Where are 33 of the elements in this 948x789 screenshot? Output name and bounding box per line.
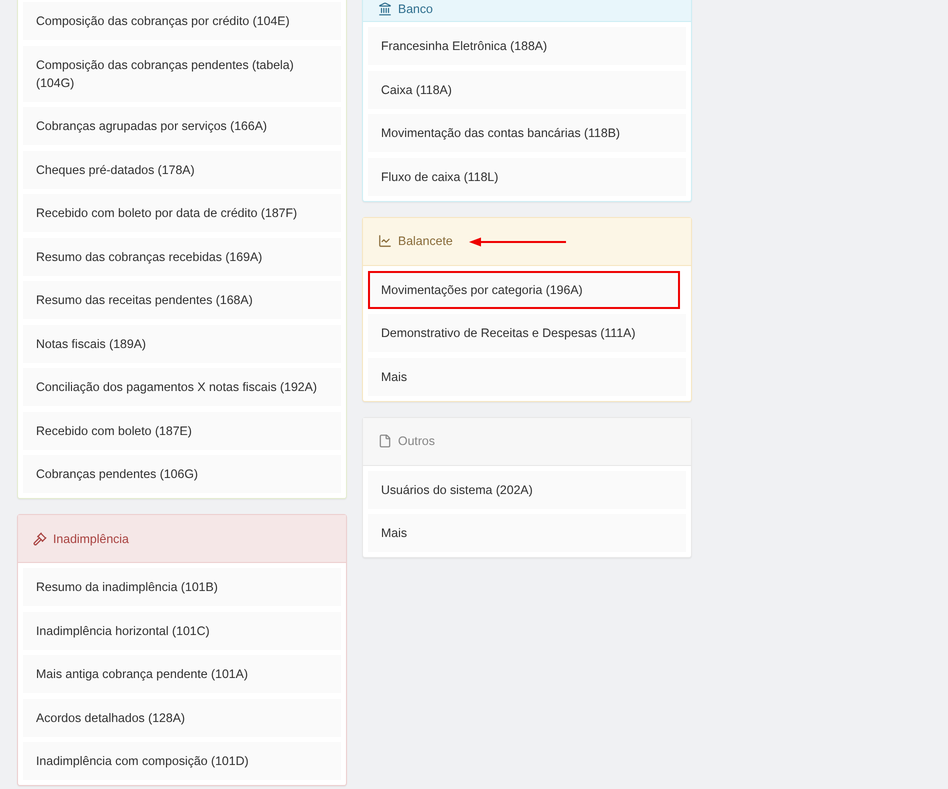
report-link[interactable]: Mais bbox=[368, 514, 686, 552]
report-link[interactable]: Mais bbox=[368, 358, 686, 396]
report-link[interactable]: Recebido com boleto (187E) bbox=[23, 412, 341, 450]
line-chart-icon bbox=[378, 234, 392, 248]
report-link[interactable]: Cobranças agrupadas por serviços (166A) bbox=[23, 107, 341, 145]
report-link[interactable]: Francesinha Eletrônica (188A) bbox=[368, 27, 686, 65]
report-link[interactable]: Acordos detalhados (128A) bbox=[23, 698, 341, 736]
report-link[interactable]: Demonstrativo de Receitas e Despesas (111A) bbox=[368, 314, 686, 352]
report-link[interactable]: Inadimplência com composição (101D) bbox=[23, 742, 341, 780]
report-link[interactable]: Conciliação dos pagamentos X notas fiscais (192A) bbox=[23, 368, 341, 406]
report-link[interactable]: Movimentação das contas bancárias (118B) bbox=[368, 114, 686, 152]
report-link[interactable]: Notas fiscais (189A) bbox=[23, 324, 341, 362]
report-link[interactable]: Cheques pré-datados (178A) bbox=[23, 150, 341, 188]
bank-icon bbox=[378, 2, 392, 16]
report-link[interactable]: Cobranças pendentes (106G) bbox=[23, 455, 341, 493]
panel-title: Inadimplência bbox=[53, 532, 129, 546]
report-link[interactable]: Recebido com boleto por data de crédito (187F) bbox=[23, 194, 341, 232]
report-link[interactable]: Resumo da inadimplência (101B) bbox=[23, 568, 341, 606]
report-link[interactable]: Composição das cobranças pendentes (tabela) (104G) bbox=[23, 46, 341, 102]
panel-title: Balancete bbox=[398, 234, 453, 248]
report-link[interactable]: Caixa (118A) bbox=[368, 70, 686, 108]
gavel-icon bbox=[33, 532, 47, 546]
report-link[interactable]: Usuários do sistema (202A) bbox=[368, 470, 686, 508]
report-link[interactable]: Resumo das receitas pendentes (168A) bbox=[23, 281, 341, 319]
report-link[interactable]: Mais antiga cobrança pendente (101A) bbox=[23, 655, 341, 693]
report-link[interactable]: Fluxo de caixa (118L) bbox=[368, 158, 686, 196]
report-link[interactable]: Movimentações por categoria (196A) bbox=[368, 270, 680, 308]
panel-title: Banco bbox=[398, 2, 433, 16]
report-link[interactable]: Resumo das cobranças recebidas (169A) bbox=[23, 238, 341, 276]
file-icon bbox=[378, 434, 392, 448]
report-link[interactable]: Inadimplência horizontal (101C) bbox=[23, 612, 341, 650]
report-link[interactable]: Composição das cobranças por crédito (104E) bbox=[23, 2, 341, 40]
panel-title: Outros bbox=[398, 434, 435, 448]
